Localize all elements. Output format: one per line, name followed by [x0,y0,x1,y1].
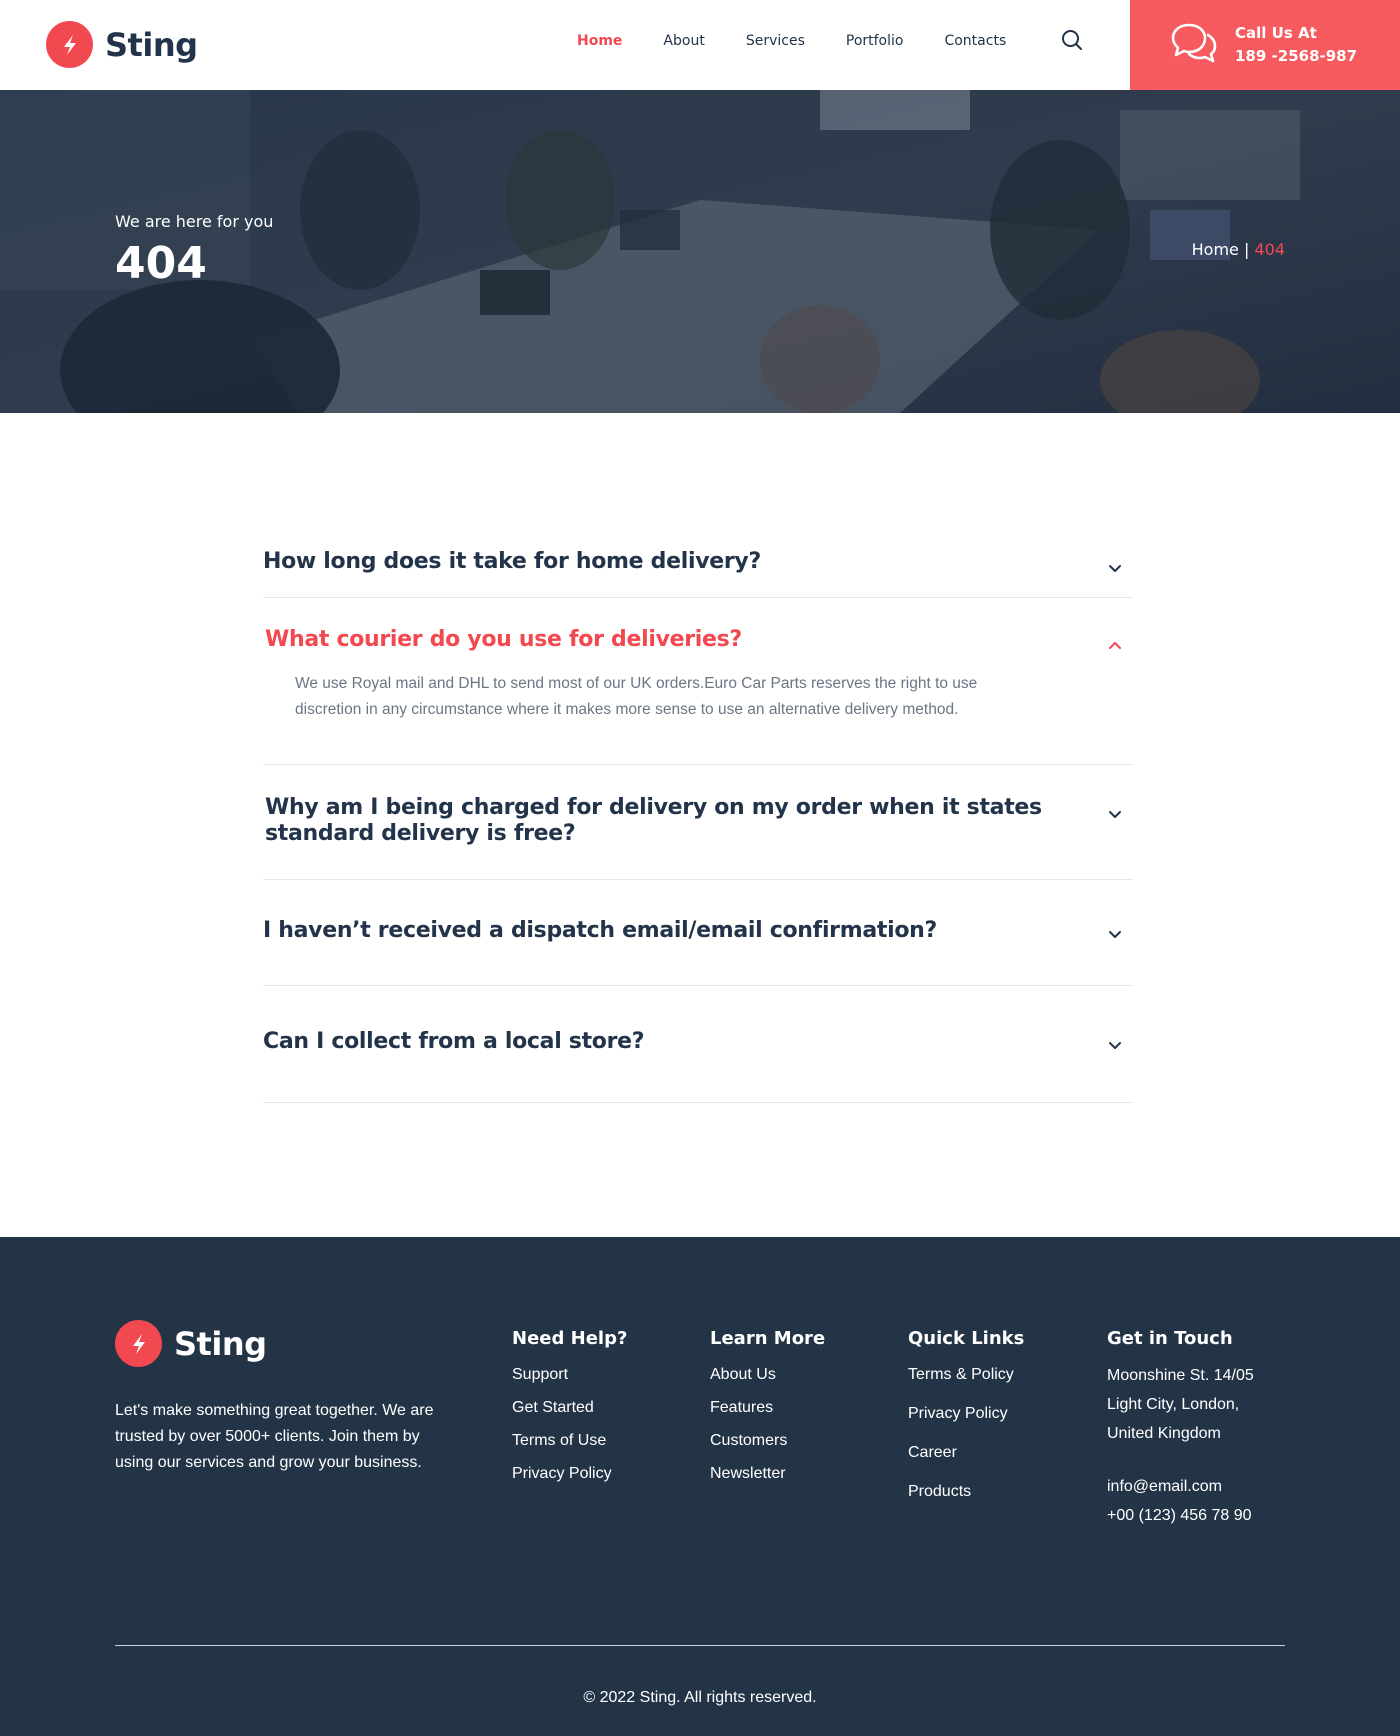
footer-link-customers[interactable]: Customers [710,1432,825,1450]
chevron-down-icon[interactable] [1107,806,1123,822]
footer-column-title: Need Help? [512,1328,628,1349]
nav-portfolio[interactable]: Portfolio [846,33,904,49]
faq-answer: We use Royal mail and DHL to send most o… [295,675,978,718]
footer-divider [115,1645,1285,1646]
footer-address-line: United Kingdom [1107,1425,1221,1442]
hero-overlay [0,90,1400,413]
call-us-title: Call Us At [1235,24,1317,42]
faq-question[interactable]: I haven’t received a dispatch email/emai… [263,880,1133,944]
footer-link-newsletter[interactable]: Newsletter [710,1465,825,1483]
footer-link-get-started[interactable]: Get Started [512,1399,627,1417]
footer-address-line: Light City, London, [1107,1396,1240,1413]
brand-name: Sting [105,25,198,64]
chevron-up-icon[interactable] [1107,637,1123,653]
chevron-down-icon[interactable] [1107,1037,1123,1053]
faq-item[interactable]: How long does it take for home delivery? [263,515,1133,598]
breadcrumb-current: 404 [1254,240,1285,259]
footer-description: Let's make something great together. We … [115,1402,434,1471]
copyright: © 2022 Sting. All rights reserved. [583,1689,817,1706]
footer-link-terms-of-use[interactable]: Terms of Use [512,1432,627,1450]
footer-link-career[interactable]: Career [908,1444,1024,1462]
footer-column-get-in-touch: Get in Touch Moonshine St. 14/05 Light C… [1107,1328,1254,1530]
footer-address-line: Moonshine St. 14/05 [1107,1367,1254,1384]
footer-column-title: Quick Links [908,1328,1025,1349]
main-nav: Home About Services Portfolio Contacts [577,33,1047,49]
faq-item[interactable]: Can I collect from a local store? [263,986,1133,1103]
footer-column-title: Get in Touch [1107,1328,1233,1349]
footer-column-learn-more: Learn More About Us Features Customers N… [710,1328,825,1483]
footer-phone[interactable]: +00 (123) 456 78 90 [1107,1501,1254,1530]
faq-item-open[interactable]: What courier do you use for deliveries? … [263,598,1133,765]
faq-item[interactable]: Why am I being charged for delivery on m… [263,765,1133,880]
logo[interactable]: Sting [46,21,198,68]
faq-question[interactable]: What courier do you use for deliveries? [263,598,1133,653]
breadcrumb-separator: | [1243,240,1250,259]
footer-column-need-help: Need Help? Support Get Started Terms of … [512,1328,627,1483]
faq-accordion: How long does it take for home delivery?… [263,515,1133,1103]
chevron-down-icon[interactable] [1107,560,1123,576]
lightning-logo-icon [115,1320,162,1367]
footer-link-about-us[interactable]: About Us [710,1366,825,1384]
footer-link-terms-policy[interactable]: Terms & Policy [908,1366,1024,1384]
chat-bubbles-icon [1170,21,1218,72]
nav-home[interactable]: Home [577,33,622,49]
faq-question[interactable]: Why am I being charged for delivery on m… [263,765,1133,847]
nav-about[interactable]: About [663,33,704,49]
footer-link-support[interactable]: Support [512,1366,627,1384]
site-footer: Sting Let's make something great togethe… [0,1237,1400,1736]
chevron-down-icon[interactable] [1107,926,1123,942]
faq-item[interactable]: I haven’t received a dispatch email/emai… [263,880,1133,986]
faq-question[interactable]: How long does it take for home delivery? [263,515,1133,575]
footer-brand-name: Sting [174,1324,267,1363]
lightning-logo-icon [46,21,93,68]
nav-contacts[interactable]: Contacts [944,33,1006,49]
footer-link-products[interactable]: Products [908,1483,1024,1501]
search-icon[interactable] [1060,28,1086,54]
call-us-phone[interactable]: 189 -2568-987 [1235,45,1357,68]
page-title: 404 [115,238,207,289]
footer-email[interactable]: info@email.com [1107,1472,1254,1501]
page-hero: We are here for you 404 Home | 404 [0,90,1400,413]
footer-link-features[interactable]: Features [710,1399,825,1417]
call-us-box[interactable]: Call Us At 189 -2568-987 [1130,0,1400,90]
footer-link-privacy-policy[interactable]: Privacy Policy [908,1405,1024,1423]
call-us-text: Call Us At 189 -2568-987 [1235,22,1357,68]
footer-column-title: Learn More [710,1328,826,1349]
footer-logo[interactable]: Sting [115,1320,267,1367]
breadcrumb-home[interactable]: Home [1192,240,1239,259]
hero-subtitle: We are here for you [115,212,274,231]
faq-question[interactable]: Can I collect from a local store? [263,986,1133,1055]
footer-link-privacy-policy[interactable]: Privacy Policy [512,1465,627,1483]
site-header: Sting Home About Services Portfolio Cont… [0,0,1400,90]
breadcrumb: Home | 404 [1192,240,1285,259]
footer-column-quick-links: Quick Links Terms & Policy Privacy Polic… [908,1328,1024,1501]
nav-services[interactable]: Services [746,33,805,49]
